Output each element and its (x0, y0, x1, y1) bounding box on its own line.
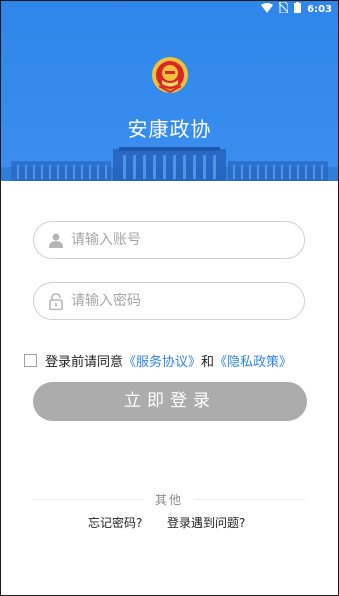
agreement-prefix: 登录前请同意 (45, 355, 124, 370)
login-problem-link[interactable]: 登录遇到问题? (167, 514, 245, 531)
divider-line-right (195, 499, 305, 500)
app-title: 安康政协 (127, 117, 212, 141)
wifi-icon (261, 2, 274, 16)
status-bar: 6:03 (261, 1, 332, 17)
status-time: 6:03 (307, 3, 332, 15)
agreement-row: 登录前请同意 《服务协议》 和 《隐私政策》 (24, 351, 292, 370)
hall-building-illustration (1, 147, 338, 181)
account-field[interactable] (33, 221, 305, 259)
password-input[interactable] (71, 293, 271, 309)
account-input[interactable] (71, 232, 271, 248)
no-sim-icon (278, 1, 289, 16)
service-agreement-link[interactable]: 《服务协议》 (123, 351, 201, 370)
user-icon (47, 231, 65, 249)
lock-icon (47, 292, 65, 310)
agreement-conjunction: 和 (201, 355, 215, 370)
battery-icon (294, 2, 302, 16)
app-screen: 6:03 安康政协 请输入账号 登录前请同意 《服务协议》 和 《隐私政策》 立… (0, 0, 339, 596)
cppcc-emblem-icon (151, 56, 189, 94)
other-divider: 其他 (33, 491, 305, 507)
agreement-checkbox[interactable] (24, 354, 37, 367)
password-field[interactable] (33, 282, 305, 320)
privacy-policy-link[interactable]: 《隐私政策》 (214, 351, 292, 370)
forgot-password-link[interactable]: 忘记密码? (88, 514, 142, 531)
header-banner: 6:03 安康政协 (1, 1, 338, 181)
login-button[interactable]: 立即登录 (33, 382, 307, 421)
